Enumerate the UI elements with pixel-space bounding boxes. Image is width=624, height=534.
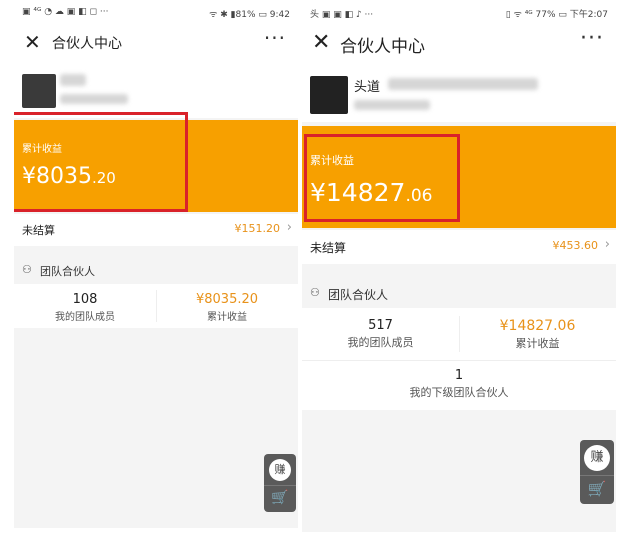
user-profile: 头道 [302,70,616,122]
team-earnings-cell[interactable]: ¥8035.20 累计收益 [156,292,298,323]
team-section-header: ⚇ 团队合伙人 [302,280,616,306]
avatar[interactable] [310,76,348,114]
unsettled-value: ¥453.60 [552,239,599,252]
blurred-username [60,74,86,86]
unsettled-label: 未结算 [22,224,55,237]
team-section-header: ⚇ 团队合伙人 [14,258,298,282]
status-icons-right: ᯤ ✱ ▮81% ▭ 9:42 [209,10,290,20]
team-members-count: 108 [72,292,98,307]
team-earnings-value: ¥14827.06 [499,318,576,334]
status-icons-left: ▣ ⁴ᴳ ◔ ☁ ▣ ◧ ◻ ··· [22,7,109,17]
avatar[interactable] [22,74,56,108]
status-bar: 头 ▣ ▣ ◧ ♪ ··· ▯ ᯤ ⁴ᴳ 77% ▭ 下午2:07 [302,0,616,26]
page-title: 合伙人中心 [340,37,425,57]
team-members-label: 我的团队成员 [347,336,414,349]
highlight-box [304,134,460,222]
unsettled-row[interactable]: 未结算 ¥151.20 › [14,214,298,246]
team-members-cell[interactable]: 108 我的团队成员 [14,292,156,323]
team-members-label: 我的团队成员 [55,312,115,323]
team-stats: 108 我的团队成员 ¥8035.20 累计收益 [14,284,298,328]
more-icon[interactable]: ··· [264,26,286,50]
team-earnings-label: 累计收益 [515,337,560,350]
unsettled-row[interactable]: 未结算 ¥453.60 › [302,230,616,264]
user-profile [14,68,298,118]
nav-bar: ✕ 合伙人中心 ··· [302,26,616,70]
floating-actions: 赚 🛒 [580,440,614,504]
blurred-username-tail [388,78,538,90]
blurred-user-id [60,94,128,104]
earn-button[interactable]: 赚 [269,459,291,481]
status-icons-right: ▯ ᯤ ⁴ᴳ 77% ▭ 下午2:07 [505,10,608,20]
blurred-user-id [354,100,430,110]
nav-bar: ✕ 合伙人中心 ··· [14,26,298,68]
team-earnings-cell[interactable]: ¥14827.06 累计收益 [459,318,616,351]
user-name: 头道 [354,80,381,95]
team-members-cell[interactable]: 517 我的团队成员 [302,318,459,350]
sub-partners-count: 1 [454,368,464,383]
cart-icon[interactable]: 🛒 [580,475,614,504]
close-icon[interactable]: ✕ [24,30,41,54]
chevron-right-icon: › [604,237,610,252]
status-icons-left: 头 ▣ ▣ ◧ ♪ ··· [310,10,374,20]
team-members-count: 517 [368,318,393,333]
more-icon[interactable]: ··· [580,26,604,51]
unsettled-label: 未结算 [310,241,347,255]
team-earnings-label: 累计收益 [207,312,247,323]
team-icon: ⚇ [22,263,32,276]
highlight-box [14,112,188,212]
status-bar: ▣ ⁴ᴳ ◔ ☁ ▣ ◧ ◻ ··· ᯤ ✱ ▮81% ▭ 9:42 [14,0,298,26]
team-earnings-value: ¥8035.20 [195,292,259,307]
chevron-right-icon: › [286,220,292,235]
page-title: 合伙人中心 [52,36,122,52]
team-stats: 517 我的团队成员 ¥14827.06 累计收益 1 我的下级团队合伙人 [302,308,616,410]
right-phone-screen: 头 ▣ ▣ ◧ ♪ ··· ▯ ᯤ ⁴ᴳ 77% ▭ 下午2:07 ✕ 合伙人中… [302,0,616,532]
sub-partners-cell[interactable]: 1 我的下级团队合伙人 [381,368,538,400]
team-title: 团队合伙人 [328,288,389,302]
cart-icon[interactable]: 🛒 [264,485,296,512]
sub-partners-label: 我的下级团队合伙人 [409,386,509,399]
close-icon[interactable]: ✕ [312,30,330,55]
left-phone-screen: ▣ ⁴ᴳ ◔ ☁ ▣ ◧ ◻ ··· ᯤ ✱ ▮81% ▭ 9:42 ✕ 合伙人… [14,0,298,528]
earn-button[interactable]: 赚 [584,445,610,471]
team-title: 团队合伙人 [40,265,95,278]
team-icon: ⚇ [310,286,320,299]
unsettled-value: ¥151.20 [234,222,281,235]
divider [302,360,616,361]
floating-actions: 赚 🛒 [264,454,296,512]
